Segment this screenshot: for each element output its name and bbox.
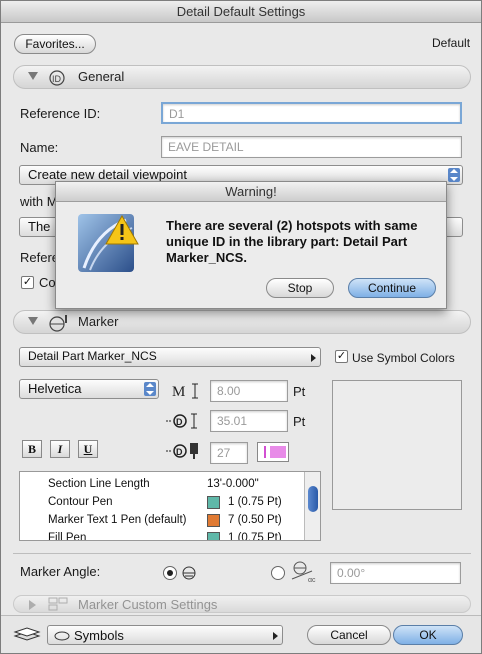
general-section-header[interactable]: ID General xyxy=(13,65,471,89)
marker-parameters-list[interactable]: Section Line Length 13'-0.000" Contour P… xyxy=(19,471,321,541)
warning-dialog: Warning! There are several (2) hotspots … xyxy=(55,181,447,309)
detail-default-settings-window: Detail Default Settings Favorites... Def… xyxy=(0,0,482,654)
svg-text:D: D xyxy=(176,447,183,457)
svg-text:M: M xyxy=(172,384,185,400)
underline-button[interactable]: U xyxy=(78,440,98,458)
list-item-value: 7 (0.50 Pt) xyxy=(228,514,282,526)
italic-button[interactable]: I xyxy=(50,440,70,458)
marker-icon xyxy=(49,315,67,332)
text-size-input[interactable]: 8.00 xyxy=(210,380,288,402)
horizontal-angle-icon xyxy=(182,566,196,580)
cancel-button[interactable]: Cancel xyxy=(307,625,391,645)
ok-button[interactable]: OK xyxy=(393,625,463,645)
list-item-value: 1 (0.75 Pt) xyxy=(228,496,282,508)
list-item[interactable]: Fill Pen 1 (0.75 Pt) xyxy=(20,530,306,541)
angle-input[interactable]: 0.00° xyxy=(330,562,461,584)
marker-part-select[interactable]: Detail Part Marker_NCS xyxy=(19,347,321,367)
marker-angle-label: Marker Angle: xyxy=(20,564,101,579)
popup-arrow-icon xyxy=(273,632,278,640)
co-checkbox[interactable]: ✓ xyxy=(21,276,34,289)
angle-custom-radio[interactable] xyxy=(271,566,285,580)
list-item-label: Section Line Length xyxy=(48,478,150,490)
marker-pen-icon: D xyxy=(166,443,198,459)
create-viewpoint-value: Create new detail viewpoint xyxy=(28,167,187,182)
bold-button[interactable]: B xyxy=(22,440,42,458)
custom-settings-icon xyxy=(48,597,68,611)
list-item[interactable]: Marker Text 1 Pen (default) 7 (0.50 Pt) xyxy=(20,512,306,530)
svg-text:D: D xyxy=(176,417,183,427)
disclosure-triangle-icon[interactable] xyxy=(28,72,38,80)
general-section-label: General xyxy=(78,69,125,84)
with-label: with M xyxy=(20,194,58,209)
name-input[interactable]: EAVE DETAIL xyxy=(161,136,462,158)
list-item-label: Marker Text 1 Pen (default) xyxy=(48,514,187,526)
warning-dialog-title: Warning! xyxy=(56,182,446,202)
marker-size-unit: Pt xyxy=(293,414,306,429)
list-item-label: Contour Pen xyxy=(48,496,113,508)
list-scrollbar[interactable] xyxy=(304,472,320,540)
reference-id-label: Reference ID: xyxy=(20,106,101,121)
scrollbar-thumb[interactable] xyxy=(308,486,318,512)
layers-icon xyxy=(13,627,41,641)
list-item[interactable]: Contour Pen 1 (0.75 Pt) xyxy=(20,494,306,512)
custom-settings-label: Marker Custom Settings xyxy=(78,597,218,612)
custom-settings-section-header[interactable]: Marker Custom Settings xyxy=(13,595,471,613)
window-title: Detail Default Settings xyxy=(1,1,481,23)
stop-button[interactable]: Stop xyxy=(266,278,334,298)
list-item-value: 1 (0.75 Pt) xyxy=(228,532,282,541)
text-size-icon: M xyxy=(172,383,198,400)
marker-preview xyxy=(332,380,462,510)
font-value: Helvetica xyxy=(28,381,82,396)
text-size-unit: Pt xyxy=(293,384,306,399)
marker-section-label: Marker xyxy=(78,314,119,329)
layer-value: Symbols xyxy=(74,628,124,643)
pen-color-swatch xyxy=(207,496,220,509)
marker-pen-input[interactable]: 27 xyxy=(210,442,248,464)
use-symbol-colors-checkbox[interactable]: ✓ xyxy=(335,350,348,363)
font-select[interactable]: Helvetica xyxy=(19,379,159,399)
disclosure-triangle-icon[interactable] xyxy=(29,600,36,610)
archicad-warning-icon xyxy=(78,214,139,272)
bottom-bar: Symbols Cancel OK xyxy=(1,615,481,653)
marker-size-icon: D xyxy=(166,413,197,429)
radio-dot xyxy=(167,570,173,576)
list-item-value: 13'-0.000" xyxy=(207,478,259,490)
reference-label: Refere xyxy=(20,250,60,265)
marker-section-header[interactable]: Marker xyxy=(13,310,471,334)
reference-id-input[interactable]: D1 xyxy=(161,102,462,124)
pen-color-picker[interactable] xyxy=(257,442,289,462)
pen-color-swatch xyxy=(270,446,286,458)
list-item[interactable]: Section Line Length 13'-0.000" xyxy=(20,476,306,494)
viewpoint-option-value: The xyxy=(28,219,51,234)
layer-icon xyxy=(54,631,70,641)
general-settings-icon: ID xyxy=(49,70,65,86)
svg-text:αc: αc xyxy=(308,577,316,583)
default-label: Default xyxy=(432,36,471,50)
pen-color-swatch xyxy=(207,532,220,540)
marker-part-value: Detail Part Marker_NCS xyxy=(28,349,157,363)
pen-color-marker xyxy=(264,446,266,458)
pen-color-swatch xyxy=(207,514,220,527)
use-symbol-colors-label: Use Symbol Colors xyxy=(352,351,455,365)
name-label: Name: xyxy=(20,140,59,155)
svg-text:ID: ID xyxy=(52,74,62,84)
co-checkbox-label: Co xyxy=(39,275,56,290)
select-stepper-icon xyxy=(448,168,460,182)
continue-button[interactable]: Continue xyxy=(348,278,436,298)
disclosure-triangle-icon[interactable] xyxy=(28,317,38,325)
custom-angle-icon: αc xyxy=(291,561,316,583)
angle-fixed-radio[interactable] xyxy=(163,566,177,580)
marker-size-input[interactable]: 35.01 xyxy=(210,410,288,432)
favorites-button[interactable]: Favorites... xyxy=(14,34,96,54)
popup-arrow-icon xyxy=(311,354,316,362)
divider xyxy=(13,553,471,554)
warning-message: There are several (2) hotspots with same… xyxy=(166,218,418,265)
layer-select[interactable]: Symbols xyxy=(47,625,283,645)
list-item-label: Fill Pen xyxy=(48,532,87,541)
select-stepper-icon xyxy=(144,382,156,396)
